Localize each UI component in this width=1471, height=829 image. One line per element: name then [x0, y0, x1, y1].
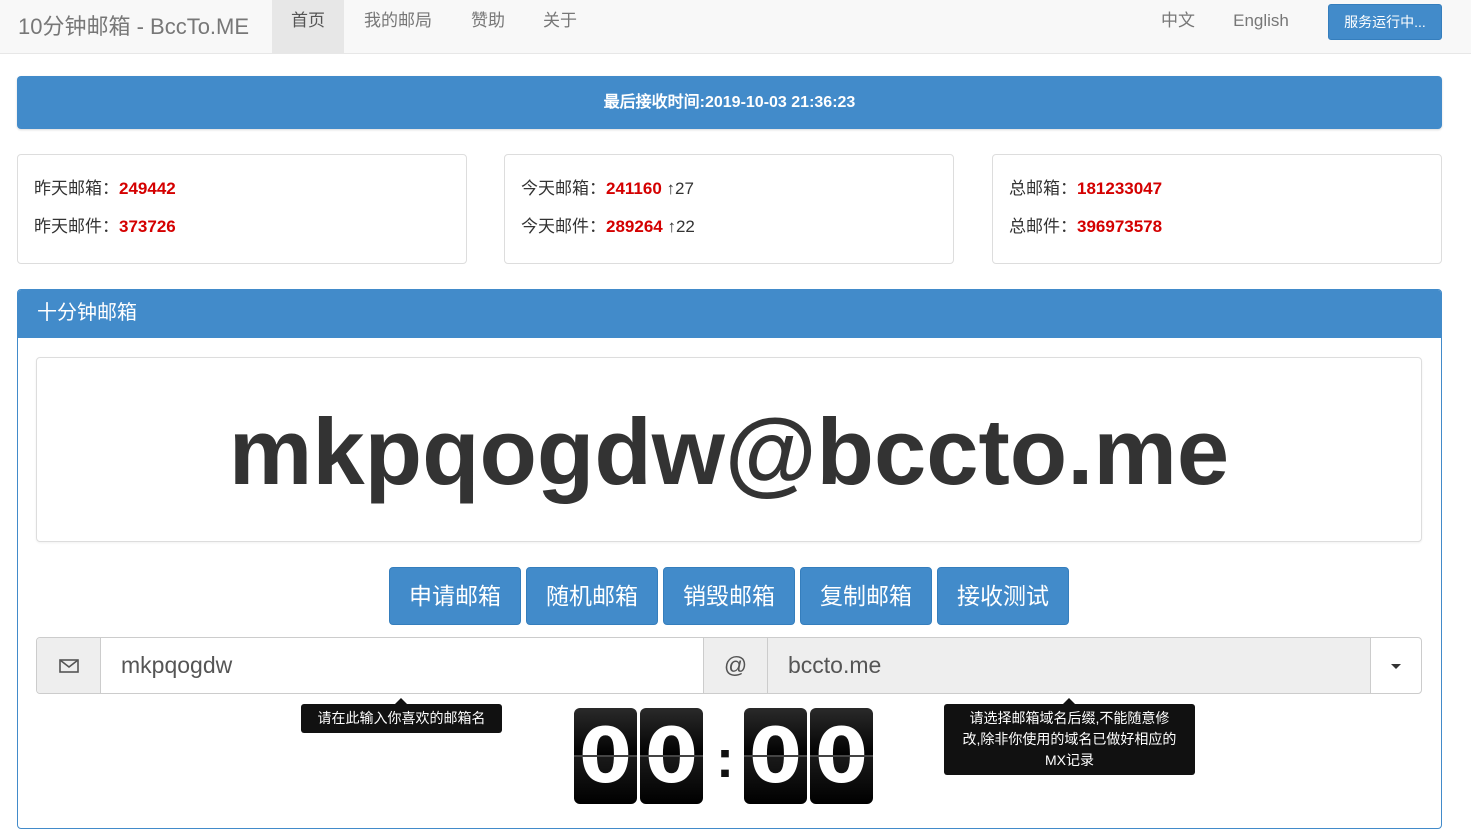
at-sign-addon: @: [703, 638, 768, 693]
timer-second-ones: 0: [810, 708, 873, 804]
last-received-banner: 最后接收时间:2019-10-03 21:36:23: [17, 76, 1442, 129]
lang-english[interactable]: English: [1214, 0, 1308, 53]
tooltip-text: 改,除非你使用的域名已做好相应的: [962, 731, 1177, 747]
tooltip-text: 请在此输入你喜欢的邮箱名: [317, 710, 486, 726]
stat-total-mail: 总邮件：396973578: [1009, 212, 1162, 237]
username-input[interactable]: mkpqogdw: [101, 638, 703, 693]
brand-title[interactable]: 10分钟邮箱 - BccTo.ME: [18, 9, 249, 41]
envelope-icon: [37, 638, 101, 693]
stat-delta: ↑27: [666, 179, 694, 198]
caret-down-icon: [1391, 664, 1401, 669]
timer-second-tens: 0: [744, 708, 807, 804]
stat-today-mailbox: 今天邮箱：241160 ↑27: [521, 174, 694, 199]
stat-label: 总邮件：: [1009, 217, 1077, 236]
service-status-button[interactable]: 服务运行中...: [1328, 4, 1442, 40]
panel-title: 十分钟邮箱: [18, 290, 1441, 338]
receive-test-button[interactable]: 接收测试: [937, 567, 1069, 625]
tooltip-text: MX记录: [1045, 752, 1094, 768]
timer-separator: :: [716, 729, 734, 789]
stat-yesterday: 昨天邮箱：249442 昨天邮件：373726: [17, 154, 467, 264]
nav-my-mailbox[interactable]: 我的邮局: [344, 0, 452, 53]
stat-total-mailbox: 总邮箱：181233047: [1009, 174, 1162, 199]
stat-value: 396973578: [1077, 217, 1163, 236]
email-display-box: mkpqogdw@bccto.me: [36, 357, 1422, 542]
stat-yesterday-mailbox: 昨天邮箱：249442: [34, 174, 176, 199]
mailbox-input-group: mkpqogdw @ bccto.me: [36, 637, 1422, 694]
stat-value: 373726: [119, 217, 176, 236]
destroy-mailbox-button[interactable]: 销毁邮箱: [663, 567, 795, 625]
stat-value: 241160: [606, 179, 662, 198]
stat-label: 今天邮箱：: [521, 179, 606, 198]
navbar: 10分钟邮箱 - BccTo.ME 首页 我的邮局 赞助 关于 中文 Engli…: [0, 0, 1471, 54]
nav-home[interactable]: 首页: [272, 0, 344, 53]
stat-label: 昨天邮箱：: [34, 179, 119, 198]
current-email-address[interactable]: mkpqogdw@bccto.me: [37, 398, 1421, 506]
stat-today-mail: 今天邮件：289264 ↑22: [521, 212, 695, 237]
tooltip-text: 请选择邮箱域名后缀,不能随意修: [969, 710, 1170, 726]
nav-sponsor[interactable]: 赞助: [452, 0, 524, 53]
domain-dropdown-toggle[interactable]: [1370, 638, 1421, 693]
stat-value: 181233047: [1077, 179, 1163, 198]
stat-delta: ↑22: [667, 217, 695, 236]
random-mailbox-button[interactable]: 随机邮箱: [526, 567, 658, 625]
domain-select[interactable]: bccto.me: [768, 638, 1370, 693]
nav-about[interactable]: 关于: [524, 0, 596, 53]
stat-label: 今天邮件：: [521, 217, 606, 236]
copy-mailbox-button[interactable]: 复制邮箱: [800, 567, 932, 625]
stat-today: 今天邮箱：241160 ↑27 今天邮件：289264 ↑22: [504, 154, 954, 264]
stat-value: 289264: [606, 217, 663, 236]
stat-label: 总邮箱：: [1009, 179, 1077, 198]
stat-yesterday-mail: 昨天邮件：373726: [34, 212, 176, 237]
stat-value: 249442: [119, 179, 176, 198]
timer-minute-tens: 0: [574, 708, 637, 804]
apply-mailbox-button[interactable]: 申请邮箱: [389, 567, 521, 625]
stat-total: 总邮箱：181233047 总邮件：396973578: [992, 154, 1442, 264]
ten-minute-mail-panel: 十分钟邮箱 mkpqogdw@bccto.me 申请邮箱 随机邮箱 销毁邮箱 复…: [17, 289, 1442, 829]
lang-chinese[interactable]: 中文: [1142, 0, 1214, 53]
stat-label: 昨天邮件：: [34, 217, 119, 236]
domain-tooltip: 请选择邮箱域名后缀,不能随意修 改,除非你使用的域名已做好相应的 MX记录: [944, 698, 1195, 775]
username-tooltip: 请在此输入你喜欢的邮箱名: [301, 698, 502, 733]
action-buttons: 申请邮箱 随机邮箱 销毁邮箱 复制邮箱 接收测试: [18, 567, 1441, 625]
timer-minute-ones: 0: [640, 708, 703, 804]
